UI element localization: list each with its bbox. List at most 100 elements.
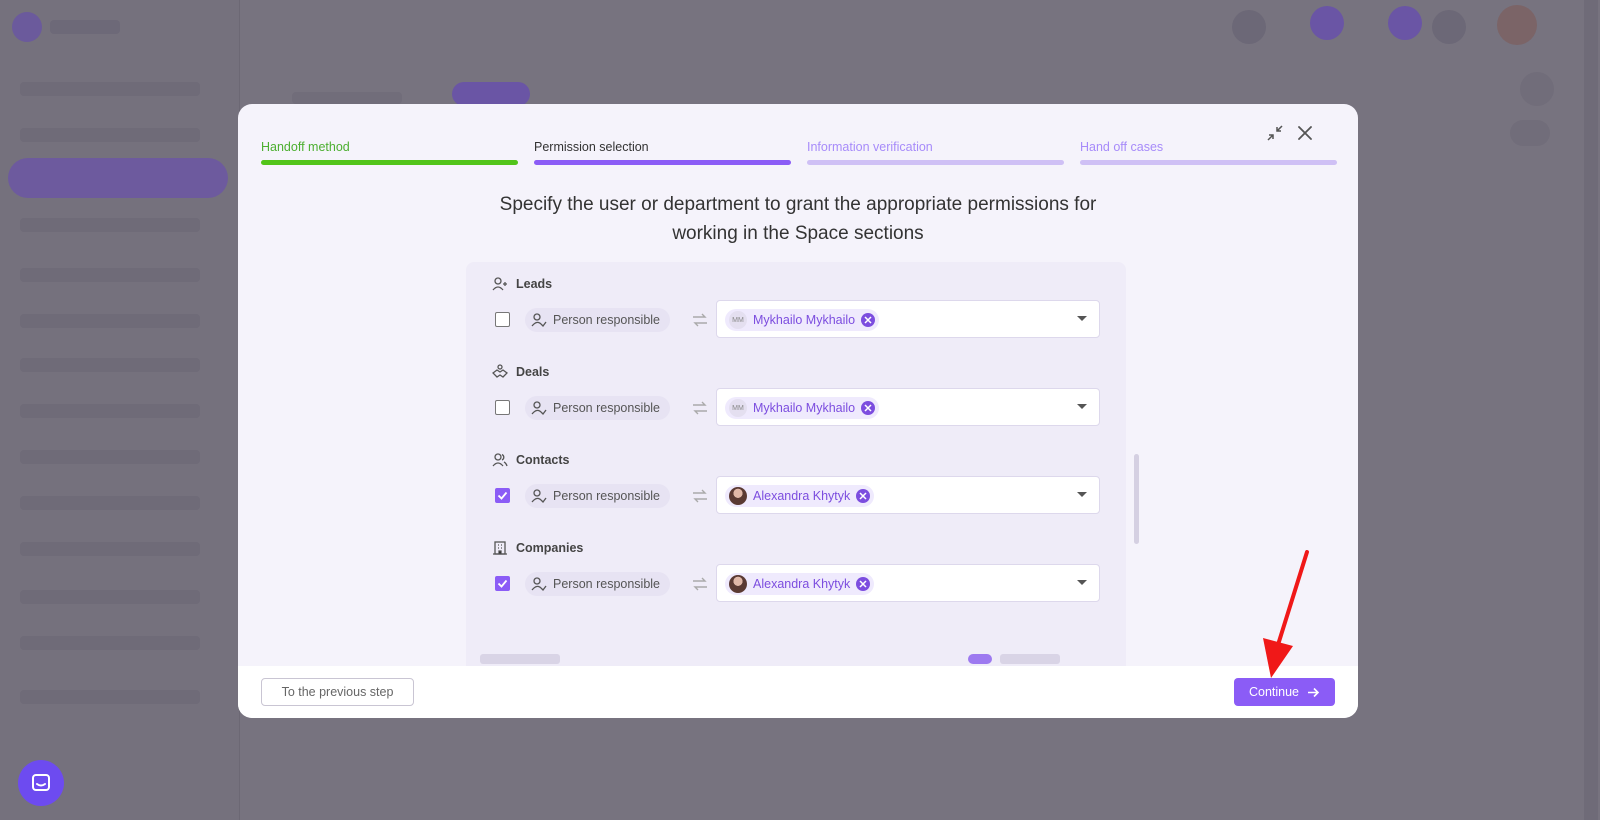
remove-icon <box>859 580 867 588</box>
background-top-icon <box>1310 6 1344 40</box>
heading-line-1: Specify the user or department to grant … <box>499 194 1097 215</box>
transfer-arrow-icon <box>693 577 707 591</box>
collapse-button[interactable] <box>1264 122 1286 144</box>
user-plus-icon <box>492 277 507 291</box>
leads-checkbox[interactable] <box>495 312 510 327</box>
user-photo-avatar <box>729 575 747 593</box>
user-tag: MM Mykhailo Mykhailo <box>725 397 880 419</box>
background-nav-item <box>20 218 200 232</box>
background-tab-active <box>452 82 530 106</box>
section-title: Deals <box>492 364 549 380</box>
background-nav-item <box>20 128 200 142</box>
chevron-down-icon <box>1077 316 1087 321</box>
users-icon <box>492 453 508 467</box>
background-nav-item <box>20 314 200 328</box>
chat-button[interactable] <box>18 760 64 806</box>
section-title-label: Deals <box>516 365 550 379</box>
user-tag: MM Mykhailo Mykhailo <box>725 309 880 331</box>
remove-icon <box>864 404 872 412</box>
assignee-select[interactable]: MM Mykhailo Mykhailo <box>716 300 1100 338</box>
section-contacts: Contacts Person responsible Alexandra Kh… <box>466 438 1126 526</box>
partial-toggle-label <box>1000 654 1060 664</box>
user-tag: Alexandra Khytyk <box>725 485 875 507</box>
background-pill <box>1510 120 1550 146</box>
background-avatar <box>1497 5 1537 45</box>
section-companies: Companies Person responsible Alexandra K… <box>466 526 1126 614</box>
section-title: Companies <box>492 540 583 556</box>
step-label: Information verification <box>807 140 933 154</box>
step-bar <box>534 160 791 165</box>
background-scrollbar <box>1584 0 1598 820</box>
permissions-list: Leads Person responsible MM Mykhailo Myk… <box>466 262 1126 702</box>
user-tag-name: Mykhailo Mykhailo <box>753 401 856 415</box>
remove-user-button[interactable] <box>861 401 876 415</box>
previous-step-button[interactable]: To the previous step <box>261 678 414 706</box>
step-permission-selection[interactable]: Permission selection <box>534 140 791 165</box>
background-sidebar <box>0 0 240 820</box>
user-tag-name: Alexandra Khytyk <box>753 577 851 591</box>
role-chip-label: Person responsible <box>553 489 661 503</box>
role-chip: Person responsible <box>525 572 671 596</box>
remove-icon <box>859 492 867 500</box>
section-deals: Deals Person responsible MM Mykhailo Myk… <box>466 350 1126 438</box>
building-icon <box>493 541 507 555</box>
chat-icon <box>32 774 50 791</box>
partial-toggle[interactable] <box>968 654 992 664</box>
companies-checkbox[interactable] <box>495 576 510 591</box>
user-check-icon <box>531 401 547 415</box>
role-chip: Person responsible <box>525 484 671 508</box>
assignee-select[interactable]: Alexandra Khytyk <box>716 476 1100 514</box>
step-information-verification[interactable]: Information verification <box>807 140 1064 165</box>
check-icon <box>497 491 508 500</box>
progress-steps: Handoff method Permission selection Info… <box>261 140 1337 165</box>
background-nav-item <box>20 636 200 650</box>
transfer-arrow-icon <box>693 489 707 503</box>
close-icon <box>1298 126 1312 140</box>
background-nav-item <box>20 268 200 282</box>
background-circle <box>1520 72 1554 106</box>
assignee-select[interactable]: MM Mykhailo Mykhailo <box>716 388 1100 426</box>
check-icon <box>497 579 508 588</box>
user-initials-avatar: MM <box>729 311 747 329</box>
remove-user-button[interactable] <box>861 313 876 327</box>
remove-user-button[interactable] <box>856 577 871 591</box>
user-check-icon <box>531 489 547 503</box>
app-logo <box>12 12 42 42</box>
transfer-arrow-icon <box>693 401 707 415</box>
background-nav-item <box>20 590 200 604</box>
background-top-icon <box>1432 10 1466 44</box>
background-nav-item <box>20 450 200 464</box>
step-label: Permission selection <box>534 140 649 154</box>
background-tab <box>292 92 402 104</box>
step-handoff-method[interactable]: Handoff method <box>261 140 518 165</box>
step-label: Handoff method <box>261 140 350 154</box>
list-scrollbar[interactable] <box>1134 454 1139 544</box>
annotation-arrow-icon <box>1263 550 1309 678</box>
assignee-select[interactable]: Alexandra Khytyk <box>716 564 1100 602</box>
role-chip-label: Person responsible <box>553 577 661 591</box>
chevron-down-icon <box>1077 580 1087 585</box>
remove-user-button[interactable] <box>856 489 871 503</box>
close-button[interactable] <box>1294 122 1316 144</box>
section-leads: Leads Person responsible MM Mykhailo Myk… <box>466 262 1126 350</box>
contacts-checkbox[interactable] <box>495 488 510 503</box>
role-chip-label: Person responsible <box>553 313 661 327</box>
collapse-icon <box>1267 125 1283 141</box>
section-title-label: Companies <box>516 541 584 555</box>
chevron-down-icon <box>1077 492 1087 497</box>
handshake-icon <box>492 364 508 378</box>
section-title: Contacts <box>492 452 569 468</box>
background-nav-item <box>20 542 200 556</box>
background-nav-item <box>20 690 200 704</box>
deals-checkbox[interactable] <box>495 400 510 415</box>
step-bar <box>1080 160 1337 165</box>
user-check-icon <box>531 313 547 327</box>
chevron-down-icon <box>1077 404 1087 409</box>
background-nav-item <box>20 82 200 96</box>
remove-icon <box>864 316 872 324</box>
step-bar <box>261 160 518 165</box>
continue-button[interactable]: Continue <box>1234 678 1335 706</box>
user-tag: Alexandra Khytyk <box>725 573 875 595</box>
background-nav-item <box>20 496 200 510</box>
user-tag-name: Alexandra Khytyk <box>753 489 851 503</box>
